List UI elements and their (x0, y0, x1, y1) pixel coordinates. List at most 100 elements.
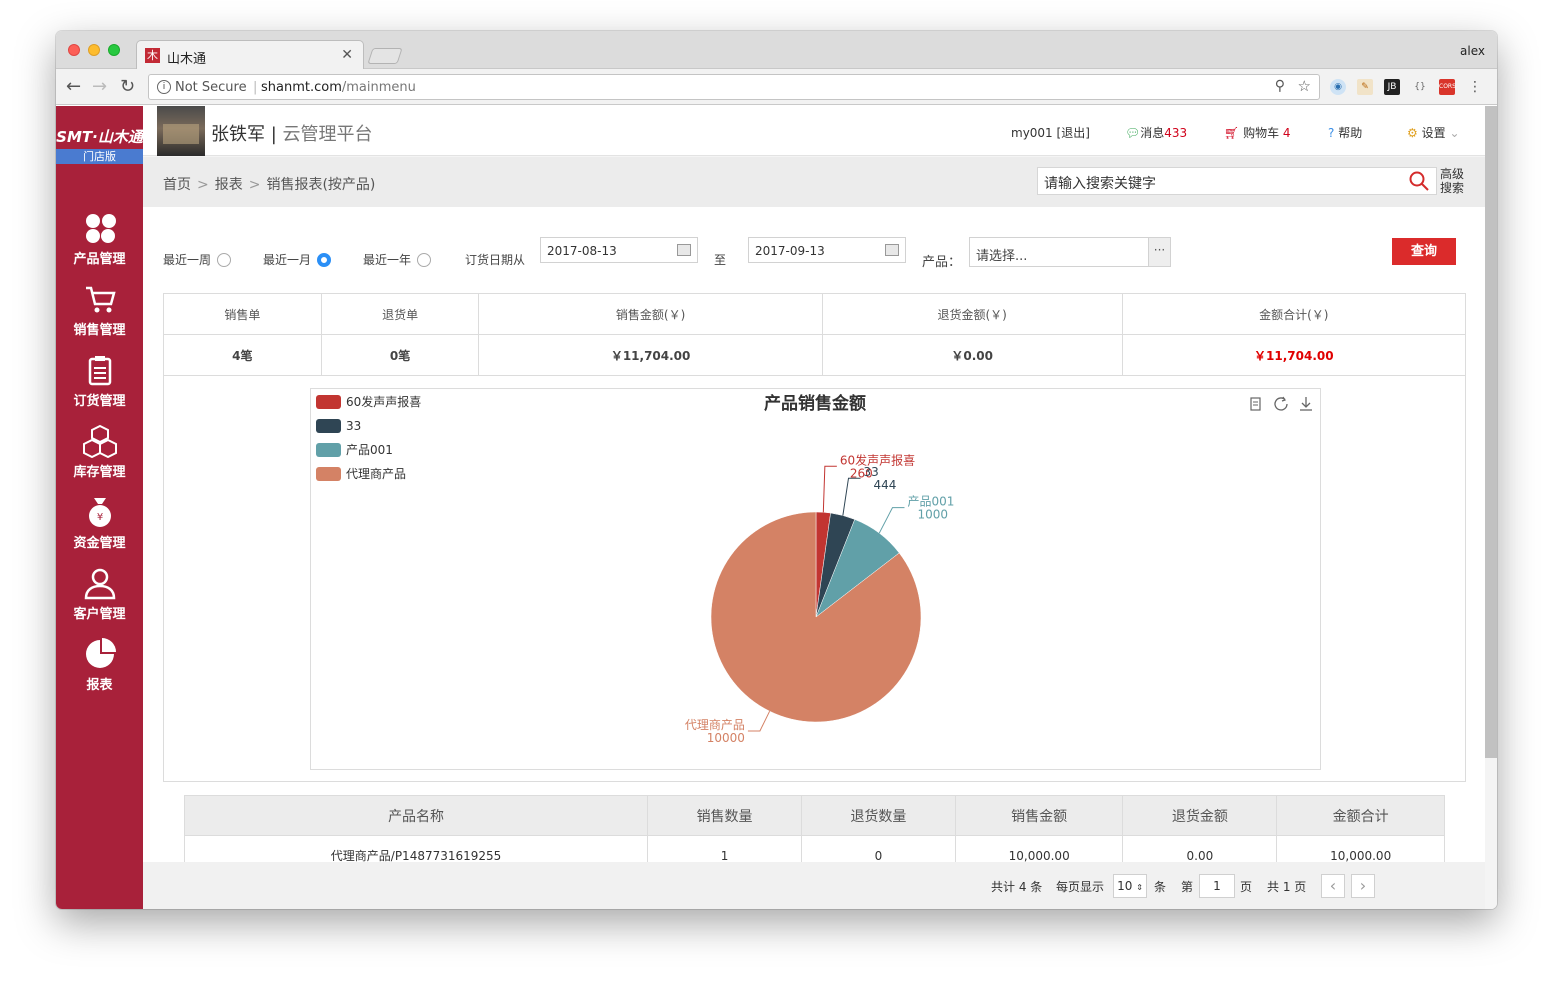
legend-item[interactable]: 产品001 (316, 443, 393, 457)
legend-item[interactable]: 60发声声报喜 (316, 394, 421, 409)
sidebar-item-inventory[interactable]: 库存管理 (56, 424, 143, 490)
search-input[interactable]: 请输入搜索关键字 (1037, 167, 1437, 195)
summary-header: 退货单 (320, 293, 480, 335)
scrollbar[interactable] (1485, 106, 1497, 758)
legend-swatch (316, 467, 341, 481)
clipboard-icon (88, 356, 111, 386)
filter-week[interactable]: 最近一周 (163, 251, 232, 268)
filter-month[interactable]: 最近一月 (263, 251, 332, 268)
download-icon[interactable] (1300, 397, 1312, 411)
messages-label: 消息 (1140, 126, 1165, 140)
total-count: 共计 4 条 (991, 880, 1043, 894)
security-label: Not Secure (175, 80, 247, 95)
summary-value-total: ￥11,704.00 (1121, 334, 1467, 376)
summary-header: 销售单 (163, 293, 322, 335)
date-from-input[interactable]: 2017-08-13 (540, 237, 698, 263)
key-icon[interactable]: ⚲ (1275, 78, 1285, 94)
summary-header: 销售金额(￥) (478, 293, 823, 335)
profile-name[interactable]: alex (1460, 44, 1485, 58)
help-link[interactable]: ? 帮助 (1328, 124, 1362, 141)
extension-globe-icon[interactable]: ◉ (1330, 79, 1346, 95)
browser-menu-icon[interactable]: ⋮ (1467, 79, 1483, 95)
page-input[interactable]: 1 (1199, 874, 1235, 898)
calendar-icon[interactable] (677, 244, 691, 256)
close-window-button[interactable] (68, 44, 80, 56)
product-select[interactable]: 请选择... ··· (969, 237, 1171, 267)
filter-year-label: 最近一年 (363, 253, 412, 267)
sidebar-item-orders[interactable]: 订货管理 (56, 353, 143, 419)
settings-link[interactable]: ⚙ 设置 ⌄ (1407, 124, 1460, 141)
sidebar: SMT·山木通 门店版 产品管理 销售管理 订货管理 库存管理 ¥ 资金管理 客… (56, 106, 143, 909)
app: SMT·山木通 门店版 产品管理 销售管理 订货管理 库存管理 ¥ 资金管理 客… (56, 106, 1497, 909)
extension-cors-icon[interactable]: CORS (1439, 79, 1456, 95)
sidebar-item-customers[interactable]: 客户管理 (56, 566, 143, 632)
sidebar-item-reports[interactable]: 报表 (56, 637, 143, 703)
detail-header: 金额合计 (1276, 795, 1445, 836)
forward-icon[interactable]: → (92, 76, 107, 97)
bookmark-star-icon[interactable]: ☆ (1298, 77, 1311, 95)
logout-link[interactable]: [退出] (1057, 126, 1090, 140)
legend-swatch (316, 395, 341, 409)
browser-tab[interactable]: 木 山木通 ✕ (136, 40, 364, 70)
per-page-value: 10 (1117, 879, 1133, 893)
prev-page-button[interactable]: ‹ (1321, 874, 1345, 898)
url-path: /mainmenu (341, 80, 416, 95)
info-icon[interactable]: i (157, 80, 171, 94)
legend-label: 60发声声报喜 (346, 394, 421, 409)
advanced-search-link[interactable]: 高级 搜索 (1440, 167, 1464, 195)
report-content: 最近一周 最近一月 最近一年 订货日期从 2017-08-13 至 2017-0… (143, 207, 1485, 876)
date-to-input[interactable]: 2017-09-13 (748, 237, 906, 263)
product-placeholder: 请选择... (976, 249, 1028, 264)
radio-year[interactable] (417, 253, 432, 267)
advanced-search-line2: 搜索 (1440, 181, 1465, 195)
query-button[interactable]: 查询 (1392, 238, 1456, 265)
user-link[interactable]: my001 [退出] (1011, 124, 1090, 141)
per-page-select[interactable]: 10 ⇕ (1113, 874, 1147, 898)
messages-count: 433 (1164, 126, 1188, 140)
sidebar-item-label: 报表 (86, 678, 113, 693)
radio-month[interactable] (317, 253, 332, 267)
extension-json-icon[interactable]: {} (1412, 79, 1428, 95)
sidebar-item-sales[interactable]: 销售管理 (56, 282, 143, 348)
search-icon[interactable] (1409, 171, 1429, 191)
radio-week[interactable] (217, 253, 232, 267)
sidebar-item-label: 销售管理 (73, 323, 126, 338)
data-view-icon[interactable] (1250, 397, 1261, 411)
more-icon[interactable]: ··· (1148, 238, 1170, 266)
new-tab-button[interactable] (367, 48, 403, 64)
tab-close-icon[interactable]: ✕ (341, 47, 353, 63)
extension-jb-icon[interactable]: JB (1384, 79, 1400, 95)
legend-item[interactable]: 代理商产品 (316, 466, 406, 481)
reload-icon[interactable]: ↻ (120, 76, 135, 97)
sidebar-item-products[interactable]: 产品管理 (56, 211, 143, 277)
tab-title: 山木通 (167, 52, 207, 67)
logo[interactable]: SMT·山木通 门店版 (56, 126, 143, 168)
address-bar[interactable]: i Not Secure | shanmt.com/mainmenu ⚲ ☆ (148, 74, 1320, 100)
cart-link[interactable]: 🛒︎ 购物车 4 (1224, 124, 1291, 141)
next-page-button[interactable]: › (1351, 874, 1375, 898)
summary-value: 0笔 (320, 334, 480, 376)
per-page-unit: 条 (1154, 880, 1167, 894)
back-icon[interactable]: ← (66, 76, 81, 97)
extension-pen-icon[interactable]: ✎ (1357, 79, 1373, 95)
tab-strip: 木 山木通 ✕ alex (56, 31, 1497, 70)
page-prefix: 第 (1181, 880, 1194, 894)
stepper-icon: ⇕ (1136, 883, 1143, 892)
zoom-window-button[interactable] (108, 44, 120, 56)
help-label: 帮助 (1338, 126, 1363, 140)
breadcrumb-current: 销售报表(按产品) (266, 177, 376, 193)
messages-link[interactable]: 💬︎消息433 (1125, 124, 1187, 141)
calendar-icon[interactable] (885, 244, 899, 256)
sidebar-item-label: 产品管理 (73, 252, 126, 267)
legend-item[interactable]: 33 (316, 419, 361, 433)
restore-icon[interactable] (1274, 396, 1288, 411)
filter-year[interactable]: 最近一年 (363, 251, 432, 268)
sidebar-item-funds[interactable]: ¥ 资金管理 (56, 495, 143, 561)
breadcrumb-home[interactable]: 首页 (163, 177, 191, 193)
money-bag-icon: ¥ (88, 498, 111, 527)
breadcrumb-reports[interactable]: 报表 (215, 177, 243, 193)
product-icon (85, 214, 116, 243)
date-to-value: 2017-09-13 (755, 244, 825, 258)
breadcrumb-bar: 首页 > 报表 > 销售报表(按产品) 请输入搜索关键字 (143, 157, 1485, 207)
minimize-window-button[interactable] (88, 44, 100, 56)
